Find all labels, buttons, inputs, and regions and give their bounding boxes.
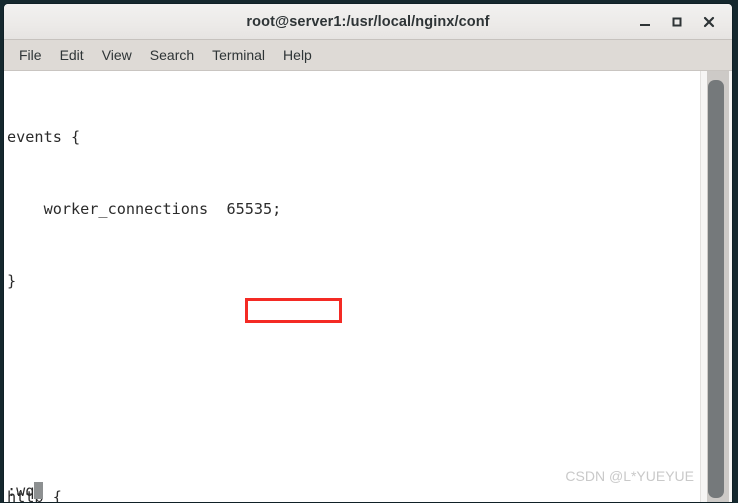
menu-item-view[interactable]: View xyxy=(93,43,141,67)
maximize-icon xyxy=(672,17,682,26)
maximize-button[interactable] xyxy=(662,8,692,36)
menu-item-terminal[interactable]: Terminal xyxy=(203,43,274,67)
scrollbar-thumb[interactable] xyxy=(708,80,724,498)
watermark: CSDN @L*YUEYUE xyxy=(565,468,694,484)
menu-item-edit[interactable]: Edit xyxy=(51,43,93,67)
vertical-scrollbar[interactable] xyxy=(700,71,732,502)
terminal-window: root@server1:/usr/local/nginx/conf File … xyxy=(3,3,733,503)
scrollbar-track[interactable] xyxy=(707,71,729,502)
desktop-background: root@server1:/usr/local/nginx/conf File … xyxy=(0,0,738,503)
window-title: root@server1:/usr/local/nginx/conf xyxy=(246,13,490,30)
terminal-line: } xyxy=(7,272,17,290)
close-icon xyxy=(703,16,715,27)
vim-command-text: :wq xyxy=(7,482,35,500)
minimize-button[interactable] xyxy=(630,8,660,36)
menubar: File Edit View Search Terminal Help xyxy=(4,40,732,71)
terminal-screen[interactable]: events { worker_connections 65535; } htt… xyxy=(4,71,700,502)
text-cursor xyxy=(34,482,44,499)
menu-item-help[interactable]: Help xyxy=(274,43,321,67)
close-button[interactable] xyxy=(694,8,724,36)
window-controls xyxy=(630,4,724,39)
terminal-line: events { xyxy=(7,128,81,146)
terminal-line: worker_connections 65535; xyxy=(7,200,282,218)
terminal-body[interactable]: events { worker_connections 65535; } htt… xyxy=(4,71,732,502)
menu-item-search[interactable]: Search xyxy=(141,43,203,67)
minimize-icon xyxy=(640,23,650,26)
menu-item-file[interactable]: File xyxy=(10,43,51,67)
window-titlebar[interactable]: root@server1:/usr/local/nginx/conf xyxy=(4,4,732,40)
